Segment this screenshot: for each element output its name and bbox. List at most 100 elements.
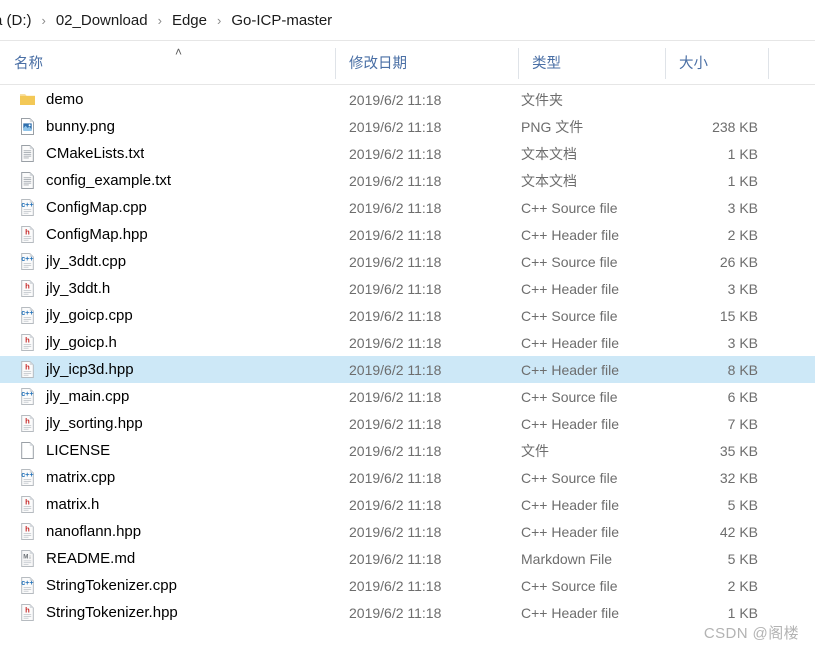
svg-text:h: h <box>25 335 30 344</box>
file-name-cell[interactable]: h ConfigMap.hpp <box>18 225 148 244</box>
file-name-cell[interactable]: h jly_goicp.h <box>18 333 117 352</box>
file-row[interactable]: config_example.txt 2019/6/2 11:18 文本文档 1 KB <box>0 167 815 194</box>
svg-text:M↓: M↓ <box>23 553 31 560</box>
file-name-cell[interactable]: h jly_3ddt.h <box>18 279 110 298</box>
file-name-cell[interactable]: config_example.txt <box>18 171 171 190</box>
file-size-cell: 2 KB <box>727 577 758 594</box>
file-date-cell: 2019/6/2 11:18 <box>349 280 442 297</box>
file-row[interactable]: c++ StringTokenizer.cpp 2019/6/2 11:18 C++ … <box>0 572 815 599</box>
svg-text:c++: c++ <box>21 254 33 263</box>
column-header-type[interactable]: 类型 <box>518 41 665 84</box>
file-name-cell[interactable]: LICENSE <box>18 441 110 460</box>
file-size-cell: 6 KB <box>727 388 758 405</box>
file-type-cell: C++ Source file <box>521 388 618 405</box>
svg-text:h: h <box>25 281 30 290</box>
cpp-header-icon: h <box>18 360 37 379</box>
cpp-header-icon: h <box>18 225 37 244</box>
file-name-cell[interactable]: c++ jly_goicp.cpp <box>18 306 133 325</box>
file-row[interactable]: LICENSE 2019/6/2 11:18 文件 35 KB <box>0 437 815 464</box>
file-size-cell: 1 KB <box>727 145 758 162</box>
column-divider-4[interactable] <box>768 48 769 79</box>
svg-text:h: h <box>25 524 30 533</box>
file-name-cell[interactable]: h nanoflann.hpp <box>18 522 141 541</box>
file-type-cell: C++ Source file <box>521 307 618 324</box>
file-row[interactable]: CMakeLists.txt 2019/6/2 11:18 文本文档 1 KB <box>0 140 815 167</box>
file-row[interactable]: h StringTokenizer.hpp 2019/6/2 11:18 C++ He… <box>0 599 815 626</box>
file-type-cell: C++ Source file <box>521 199 618 216</box>
file-row[interactable]: bunny.png 2019/6/2 11:18 PNG 文件 238 KB <box>0 113 815 140</box>
file-row[interactable]: h ConfigMap.hpp 2019/6/2 11:18 C++ Header f… <box>0 221 815 248</box>
file-size-cell: 26 KB <box>719 253 758 270</box>
file-name-label: ConfigMap.cpp <box>46 199 147 216</box>
file-type-cell: 文本文档 <box>521 145 577 162</box>
breadcrumb-separator: › <box>41 12 46 28</box>
breadcrumb-segment[interactable]: a (D:) <box>0 10 33 31</box>
column-header-size[interactable]: 大小 <box>665 41 768 84</box>
file-row[interactable]: h nanoflann.hpp 2019/6/2 11:18 C++ Header f… <box>0 518 815 545</box>
file-type-cell: PNG 文件 <box>521 118 584 135</box>
file-row[interactable]: c++ matrix.cpp 2019/6/2 11:18 C++ Source fi… <box>0 464 815 491</box>
file-row[interactable]: h jly_goicp.h 2019/6/2 11:18 C++ Header fil… <box>0 329 815 356</box>
file-name-cell[interactable]: bunny.png <box>18 117 115 136</box>
file-row[interactable]: demo 2019/6/2 11:18 文件夹 <box>0 86 815 113</box>
file-date-cell: 2019/6/2 11:18 <box>349 253 442 270</box>
file-row[interactable]: c++ jly_main.cpp 2019/6/2 11:18 C++ Source … <box>0 383 815 410</box>
file-size-cell: 5 KB <box>727 496 758 513</box>
breadcrumb-segment[interactable]: Go-ICP-master <box>230 10 333 31</box>
breadcrumb-separator: › <box>157 12 162 28</box>
file-type-cell: C++ Header file <box>521 523 620 540</box>
file-list[interactable]: demo 2019/6/2 11:18 文件夹 bunny.png 2019/6/2 1… <box>0 86 815 646</box>
file-row[interactable]: M↓ README.md 2019/6/2 11:18 Markdown File 5 … <box>0 545 815 572</box>
breadcrumb[interactable]: a (D:) › 02_Download › Edge › Go-ICP-master <box>0 0 815 40</box>
file-size-cell: 3 KB <box>727 199 758 216</box>
file-date-cell: 2019/6/2 11:18 <box>349 523 442 540</box>
svg-text:c++: c++ <box>21 578 33 587</box>
file-row[interactable]: c++ jly_goicp.cpp 2019/6/2 11:18 C++ Source… <box>0 302 815 329</box>
file-name-label: matrix.h <box>46 496 100 513</box>
file-size-cell: 238 KB <box>712 118 758 135</box>
file-row[interactable]: c++ jly_3ddt.cpp 2019/6/2 11:18 C++ Source … <box>0 248 815 275</box>
csdn-watermark: CSDN @阁楼 <box>703 625 799 642</box>
file-date-cell: 2019/6/2 11:18 <box>349 91 442 108</box>
file-name-cell[interactable]: M↓ README.md <box>18 549 135 568</box>
column-header-date-modified[interactable]: 修改日期 <box>335 41 518 84</box>
file-name-cell[interactable]: h jly_icp3d.hpp <box>18 360 134 379</box>
breadcrumb-segment[interactable]: Edge <box>171 10 208 31</box>
file-type-cell: 文件夹 <box>521 91 563 108</box>
file-name-cell[interactable]: c++ jly_main.cpp <box>18 387 129 406</box>
file-type-cell: C++ Header file <box>521 604 620 621</box>
file-row[interactable]: h jly_sorting.hpp 2019/6/2 11:18 C++ Header… <box>0 410 815 437</box>
file-name-label: matrix.cpp <box>46 469 116 486</box>
file-size-cell: 1 KB <box>727 172 758 189</box>
file-row[interactable]: h matrix.h 2019/6/2 11:18 C++ Header file 5 … <box>0 491 815 518</box>
file-name-cell[interactable]: h matrix.h <box>18 495 99 514</box>
column-header-name[interactable]: 名称 <box>0 41 335 84</box>
file-name-cell[interactable]: h jly_sorting.hpp <box>18 414 143 433</box>
cpp-header-icon: h <box>18 522 37 541</box>
file-row[interactable]: h jly_3ddt.h 2019/6/2 11:18 C++ Header file… <box>0 275 815 302</box>
file-type-cell: C++ Header file <box>521 226 620 243</box>
file-type-cell: C++ Header file <box>521 280 620 297</box>
svg-text:h: h <box>25 605 30 614</box>
file-name-cell[interactable]: c++ jly_3ddt.cpp <box>18 252 126 271</box>
file-size-cell: 3 KB <box>727 334 758 351</box>
svg-text:c++: c++ <box>21 200 33 209</box>
file-date-cell: 2019/6/2 11:18 <box>349 334 442 351</box>
file-date-cell: 2019/6/2 11:18 <box>349 415 442 432</box>
file-explorer-window: a (D:) › 02_Download › Edge › Go-ICP-master ˄ … <box>0 0 815 651</box>
file-name-label: config_example.txt <box>46 172 172 189</box>
file-name-cell[interactable]: c++ StringTokenizer.cpp <box>18 576 177 595</box>
file-type-cell: C++ Source file <box>521 469 618 486</box>
file-name-cell[interactable]: CMakeLists.txt <box>18 144 144 163</box>
file-size-cell: 35 KB <box>719 442 758 459</box>
file-name-cell[interactable]: c++ matrix.cpp <box>18 468 115 487</box>
breadcrumb-segment[interactable]: 02_Download <box>55 10 149 31</box>
file-name-cell[interactable]: demo <box>18 90 84 109</box>
column-header-bar: ˄ 名称 修改日期 类型 大小 <box>0 40 815 85</box>
file-name-label: LICENSE <box>46 442 111 459</box>
file-name-cell[interactable]: h StringTokenizer.hpp <box>18 603 178 622</box>
file-row[interactable]: h jly_icp3d.hpp 2019/6/2 11:18 C++ Header f… <box>0 356 815 383</box>
file-name-cell[interactable]: c++ ConfigMap.cpp <box>18 198 147 217</box>
file-name-label: CMakeLists.txt <box>46 145 145 162</box>
file-row[interactable]: c++ ConfigMap.cpp 2019/6/2 11:18 C++ Source… <box>0 194 815 221</box>
